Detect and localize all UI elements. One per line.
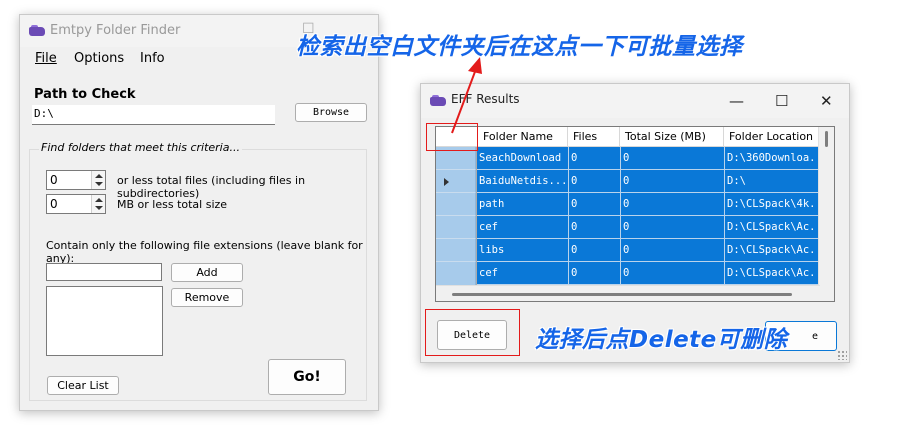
resize-grip[interactable]: [837, 350, 847, 360]
results-grid[interactable]: Folder Name Files Total Size (MB) Folder…: [435, 126, 835, 302]
table-cell[interactable]: 0: [569, 216, 621, 239]
close-icon[interactable]: ✕: [820, 92, 833, 110]
current-row-arrow-icon: [444, 178, 449, 186]
path-label: Path to Check: [34, 87, 136, 102]
table-cell[interactable]: 0: [569, 239, 621, 262]
spin-up-icon[interactable]: [95, 198, 103, 202]
size-value: 0: [50, 197, 58, 211]
files-count-value: 0: [50, 173, 58, 187]
row-header[interactable]: [436, 262, 476, 287]
main-window-title: Emtpy Folder Finder: [50, 23, 181, 38]
table-cell[interactable]: 0: [621, 262, 725, 285]
table-cell[interactable]: D:\360Downloa...: [725, 147, 820, 170]
size-spinner[interactable]: 0: [46, 194, 106, 214]
files-label: or less total files (including files in …: [117, 174, 306, 200]
menu-info[interactable]: Info: [140, 51, 165, 66]
scroll-thumb[interactable]: [452, 293, 792, 296]
row-header[interactable]: [436, 193, 476, 216]
table-cell[interactable]: SeachDownload: [477, 147, 569, 170]
extensions-label: Contain only the following file extensio…: [46, 239, 363, 265]
table-cell[interactable]: 0: [621, 239, 725, 262]
table-cell[interactable]: cef: [477, 262, 569, 285]
spin-up-icon[interactable]: [95, 174, 103, 178]
table-cell[interactable]: 0: [621, 216, 725, 239]
table-cell[interactable]: 0: [569, 262, 621, 285]
table-cell[interactable]: libs: [477, 239, 569, 262]
table-cell[interactable]: 0: [621, 170, 725, 193]
row-header[interactable]: [436, 170, 476, 193]
row-header[interactable]: [436, 239, 476, 262]
extensions-list[interactable]: [46, 286, 163, 356]
menu-file[interactable]: File: [35, 51, 57, 66]
annotation-arrow-icon: [451, 57, 482, 134]
clear-list-button[interactable]: Clear List: [47, 376, 119, 395]
spin-down-icon[interactable]: [95, 182, 103, 186]
table-cell[interactable]: 0: [569, 170, 621, 193]
add-button[interactable]: Add: [171, 263, 243, 282]
path-input[interactable]: D:\: [32, 105, 275, 125]
table-cell[interactable]: 0: [569, 147, 621, 170]
maximize-icon[interactable]: ☐: [775, 92, 788, 110]
row-header[interactable]: [436, 216, 476, 239]
table-cell[interactable]: D:\CLSpack\Ac...: [725, 216, 820, 239]
extension-input[interactable]: [46, 263, 162, 281]
vertical-scrollbar[interactable]: [818, 127, 834, 301]
table-cell[interactable]: D:\CLSpack\Ac...: [725, 262, 820, 285]
folder-app-icon: [29, 25, 45, 36]
annotation-bottom-text: 选择后点Delete可删除: [535, 327, 788, 353]
table-cell[interactable]: D:\CLSpack\4k...: [725, 193, 820, 216]
scroll-thumb[interactable]: [825, 131, 828, 147]
minimize-icon[interactable]: —: [729, 92, 744, 110]
table-cell[interactable]: 0: [621, 147, 725, 170]
table-cell[interactable]: 0: [621, 193, 725, 216]
table-cell[interactable]: 0: [569, 193, 621, 216]
table-cell[interactable]: cef: [477, 216, 569, 239]
delete-highlight-box: [425, 309, 520, 356]
table-cell[interactable]: D:\CLSpack\Ac...: [725, 239, 820, 262]
main-window: Emtpy Folder Finder ☐ File Options Info …: [19, 14, 379, 411]
size-label: MB or less total size: [117, 198, 228, 211]
annotation-top-text: 检索出空白文件夹后在这点一下可批量选择: [296, 34, 743, 60]
criteria-legend: Find folders that meet this criteria...: [39, 141, 242, 154]
table-cell[interactable]: path: [477, 193, 569, 216]
horizontal-scrollbar[interactable]: [436, 285, 820, 301]
column-header[interactable]: Total Size (MB): [620, 127, 724, 147]
table-cell[interactable]: BaiduNetdis...: [477, 170, 569, 193]
menu-options[interactable]: Options: [74, 51, 124, 66]
column-header[interactable]: Files: [568, 127, 620, 147]
spin-down-icon[interactable]: [95, 206, 103, 210]
remove-button[interactable]: Remove: [171, 288, 243, 307]
go-button[interactable]: Go!: [268, 359, 346, 395]
table-cell[interactable]: D:\: [725, 170, 820, 193]
browse-button[interactable]: Browse: [295, 103, 367, 122]
files-count-spinner[interactable]: 0: [46, 170, 106, 190]
